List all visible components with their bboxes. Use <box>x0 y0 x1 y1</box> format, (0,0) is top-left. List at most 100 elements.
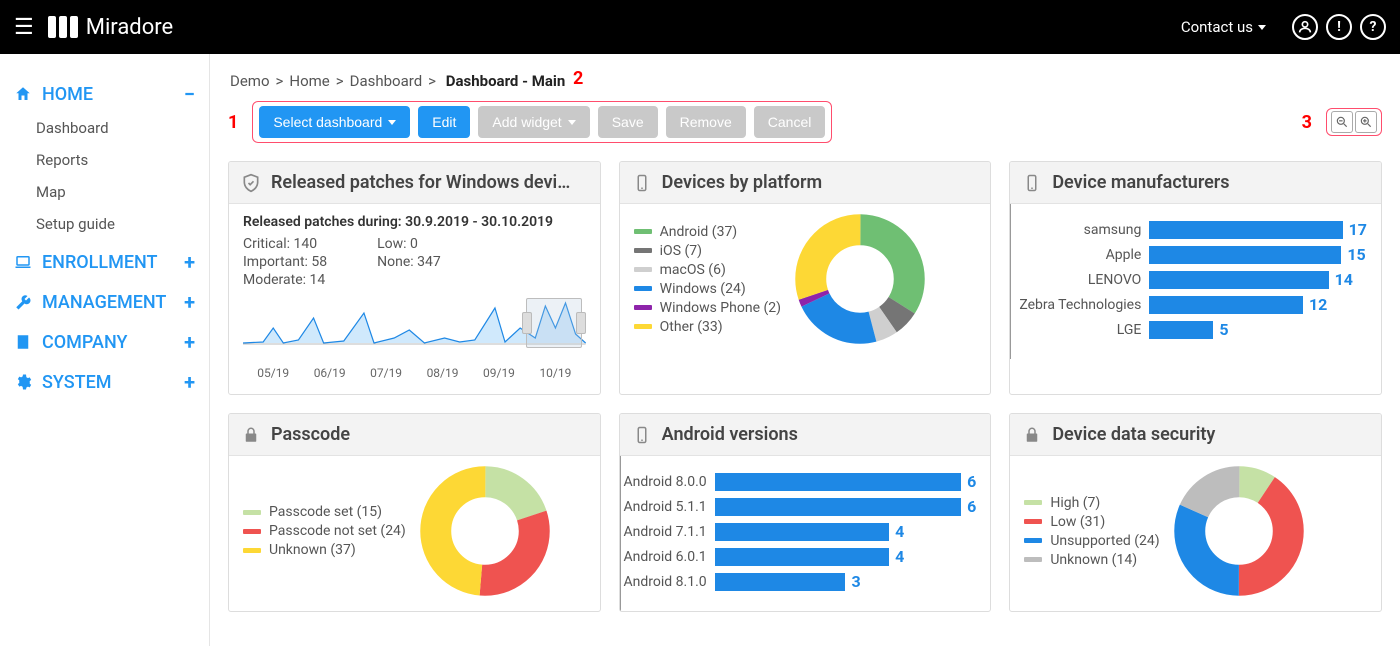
annotation-2: 2 <box>573 68 583 89</box>
legend-item: Unknown (14) <box>1024 552 1159 568</box>
zoom-controls <box>1326 108 1382 136</box>
bar-row: Android 8.1.03 <box>621 572 977 591</box>
legend-item: High (7) <box>1024 495 1159 511</box>
patch-stat: Moderate: 14 <box>243 272 327 288</box>
widget-android-versions[interactable]: Android versions Android 8.0.06Android 5… <box>619 413 992 612</box>
building-icon <box>14 333 34 351</box>
contact-us-dropdown[interactable]: Contact us <box>1181 18 1266 36</box>
sidebar-section-management[interactable]: MANAGEMENT+ <box>0 284 209 320</box>
bar <box>715 573 846 591</box>
zoom-out-button[interactable] <box>1331 111 1353 133</box>
zoom-in-button[interactable] <box>1355 111 1377 133</box>
bar <box>715 498 961 516</box>
toggle-icon: + <box>184 250 195 274</box>
bar-row: Android 7.1.14 <box>621 522 977 541</box>
bar-value: 3 <box>851 572 860 591</box>
caret-down-icon <box>1258 25 1266 30</box>
gear-icon <box>14 373 34 391</box>
breadcrumb-link[interactable]: Dashboard <box>350 72 423 90</box>
add-widget-button[interactable]: Add widget <box>478 106 589 138</box>
logo-icon <box>48 16 78 38</box>
bar <box>715 548 889 566</box>
select-dashboard-button[interactable]: Select dashboard <box>259 106 410 138</box>
cancel-button[interactable]: Cancel <box>754 106 826 138</box>
bar-value: 4 <box>895 522 904 541</box>
phone-icon <box>632 173 652 193</box>
sidebar-section-company[interactable]: COMPANY+ <box>0 324 209 360</box>
sidebar: HOME−DashboardReportsMapSetup guide ENROL… <box>0 54 210 646</box>
legend-item: Passcode not set (24) <box>243 523 406 539</box>
legend-item: Unsupported (24) <box>1024 533 1159 549</box>
bar-value: 5 <box>1219 320 1228 339</box>
lock-icon <box>241 425 261 445</box>
widget-released-patches[interactable]: Released patches for Windows devi… Relea… <box>228 161 601 395</box>
account-icon[interactable] <box>1292 14 1318 40</box>
platform-donut-chart <box>795 214 925 344</box>
legend-item: macOS (6) <box>634 262 781 278</box>
legend-swatch <box>634 286 652 291</box>
bar-value: 6 <box>967 497 976 516</box>
bar-row: samsung17 <box>1011 220 1367 239</box>
breadcrumb-current: Dashboard - Main <box>446 72 566 90</box>
dashboard-toolbar: Select dashboard Edit Add widget Save Re… <box>252 101 832 143</box>
bar-row: Android 8.0.06 <box>621 472 977 491</box>
laptop-icon <box>14 253 34 271</box>
time-range-brush[interactable] <box>526 298 582 348</box>
widget-title: Device manufacturers <box>1052 172 1229 193</box>
bar-value: 12 <box>1309 295 1327 314</box>
bar-value: 15 <box>1347 245 1365 264</box>
breadcrumb-link[interactable]: Demo <box>230 72 270 90</box>
breadcrumb-link[interactable]: Home <box>289 72 329 90</box>
bar-value: 6 <box>967 472 976 491</box>
widget-title: Device data security <box>1052 424 1215 445</box>
bar-row: LENOVO14 <box>1011 270 1367 289</box>
widget-device-manufacturers[interactable]: Device manufacturers samsung17Apple15LEN… <box>1009 161 1382 395</box>
legend-item: Passcode set (15) <box>243 504 406 520</box>
legend-item: iOS (7) <box>634 243 781 259</box>
remove-button[interactable]: Remove <box>666 106 746 138</box>
lock-icon <box>1022 425 1042 445</box>
toggle-icon: + <box>184 290 195 314</box>
bar <box>715 523 889 541</box>
bar-value: 14 <box>1335 270 1353 289</box>
brand-logo[interactable]: Miradore <box>48 15 173 40</box>
home-icon <box>14 85 34 103</box>
sidebar-item-map[interactable]: Map <box>0 176 209 208</box>
sidebar-item-setup-guide[interactable]: Setup guide <box>0 208 209 240</box>
widget-title: Released patches for Windows devi… <box>271 172 570 193</box>
caret-down-icon <box>388 120 396 125</box>
widget-passcode[interactable]: Passcode Passcode set (15)Passcode not s… <box>228 413 601 612</box>
sidebar-item-reports[interactable]: Reports <box>0 144 209 176</box>
legend-item: Unknown (37) <box>243 542 406 558</box>
topbar: ☰ Miradore Contact us ! ? <box>0 0 1400 54</box>
save-button[interactable]: Save <box>598 106 658 138</box>
security-legend: High (7)Low (31)Unsupported (24)Unknown … <box>1024 492 1159 571</box>
sidebar-section-system[interactable]: SYSTEM+ <box>0 364 209 400</box>
wrench-icon <box>14 293 34 311</box>
legend-swatch <box>1024 519 1042 524</box>
bar <box>1149 321 1213 339</box>
phone-icon <box>632 425 652 445</box>
legend-swatch <box>634 267 652 272</box>
sidebar-section-home[interactable]: HOME− <box>0 76 209 112</box>
bar-row: LGE5 <box>1011 320 1367 339</box>
bar-value: 4 <box>895 547 904 566</box>
toggle-icon: + <box>184 330 195 354</box>
legend-swatch <box>243 529 261 534</box>
passcode-legend: Passcode set (15) Passcode not set (24) Un… <box>243 501 406 561</box>
sidebar-item-dashboard[interactable]: Dashboard <box>0 112 209 144</box>
menu-toggle-button[interactable]: ☰ <box>14 15 34 40</box>
widget-title: Devices by platform <box>662 172 822 193</box>
phone-icon <box>1022 173 1042 193</box>
edit-button[interactable]: Edit <box>418 106 470 138</box>
widget-devices-by-platform[interactable]: Devices by platform Android (37)iOS (7)m… <box>619 161 992 395</box>
annotation-1: 1 <box>228 112 238 133</box>
legend-item: Other (33) <box>634 319 781 335</box>
widget-device-data-security[interactable]: Device data security High (7)Low (31)Uns… <box>1009 413 1382 612</box>
sidebar-section-enrollment[interactable]: ENROLLMENT+ <box>0 244 209 280</box>
bar-row: Android 5.1.16 <box>621 497 977 516</box>
help-icon[interactable]: ? <box>1360 14 1386 40</box>
breadcrumb: Demo>Home>Dashboard> Dashboard - Main 2 <box>230 70 1382 91</box>
alert-icon[interactable]: ! <box>1326 14 1352 40</box>
patch-stat: None: 347 <box>377 254 441 270</box>
